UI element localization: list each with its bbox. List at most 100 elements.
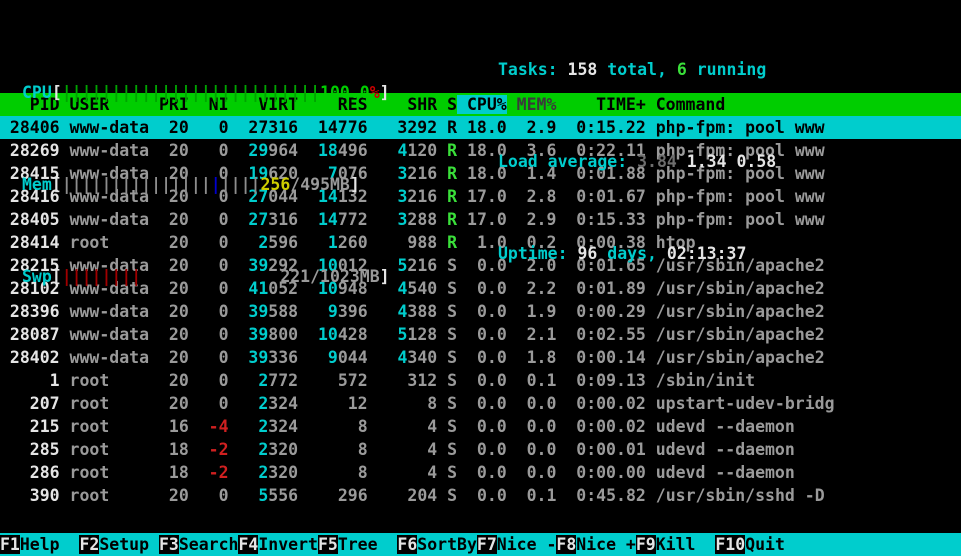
fkey-f3[interactable]: F3 bbox=[159, 535, 179, 554]
cell-virt: 2324 bbox=[229, 417, 299, 436]
cell-virt: 5556 bbox=[229, 486, 299, 505]
swap-usage-text: 221/1023MB bbox=[280, 267, 379, 286]
fkey-f6[interactable]: F6 bbox=[397, 535, 417, 554]
cell-priority: 20 bbox=[159, 394, 189, 413]
process-row[interactable]: 390 root 20 0 5556 296 204 S 0.0 0.1 0:4… bbox=[0, 484, 961, 507]
fkey-f8[interactable]: F8 bbox=[556, 535, 576, 554]
fkey-f5-label[interactable]: Tree bbox=[338, 535, 398, 554]
cell-cpu-percent: 0.0 bbox=[457, 486, 507, 505]
process-row[interactable]: 285 root 18 -2 2320 8 4 S 0.0 0.0 0:00.0… bbox=[0, 438, 961, 461]
cell-pid: 285 bbox=[0, 440, 60, 459]
cell-cpu-percent: 0.0 bbox=[457, 394, 507, 413]
cell-magnitude: 2 bbox=[258, 417, 268, 436]
cell-cpu-percent: 0.0 bbox=[457, 440, 507, 459]
cell-state: S bbox=[437, 371, 457, 390]
cell-res: 296 bbox=[298, 486, 368, 505]
cpu-bar-fill: |||||||||||||||||||||||||| bbox=[62, 83, 320, 102]
fkey-f6-label[interactable]: SortBy bbox=[417, 535, 477, 554]
cell-magnitude: 3 bbox=[397, 164, 407, 183]
cell-time: 0:09.13 bbox=[556, 371, 645, 390]
cell-shr: 4 bbox=[368, 463, 438, 482]
cell-user: root bbox=[60, 394, 159, 413]
cell-nice: -2 bbox=[189, 440, 229, 459]
cell-command: upstart-udev-bridg bbox=[646, 394, 835, 413]
fkey-f5[interactable]: F5 bbox=[318, 535, 338, 554]
cell-shr: 8 bbox=[368, 394, 438, 413]
cell-magnitude: 5 bbox=[258, 486, 268, 505]
cell-time: 0:45.82 bbox=[556, 486, 645, 505]
cell-state: R bbox=[437, 118, 457, 137]
cell-state: R bbox=[437, 164, 457, 183]
fkey-f8-label[interactable]: Nice + bbox=[576, 535, 636, 554]
cell-command: /usr/sbin/apache2 bbox=[646, 325, 825, 344]
cell-priority: 20 bbox=[159, 486, 189, 505]
fkey-f9[interactable]: F9 bbox=[636, 535, 656, 554]
fkey-f4-label[interactable]: Invert bbox=[258, 535, 318, 554]
cell-mem-percent: 0.1 bbox=[507, 486, 557, 505]
cell-state: S bbox=[437, 417, 457, 436]
cpu-meter[interactable]: CPU[||||||||||||||||||||||||||100.0%] bbox=[22, 81, 390, 104]
cell-user: root bbox=[60, 486, 159, 505]
process-row[interactable]: 215 root 16 -4 2324 8 4 S 0.0 0.0 0:00.0… bbox=[0, 415, 961, 438]
swap-bracket-close: ] bbox=[380, 267, 390, 286]
fkey-f10-label[interactable]: Quit bbox=[745, 535, 805, 554]
fkey-f4[interactable]: F4 bbox=[238, 535, 258, 554]
cell-mem-percent: 1.8 bbox=[507, 348, 557, 367]
fkey-f9-label[interactable]: Kill bbox=[656, 535, 716, 554]
fkey-f1-label[interactable]: Help bbox=[20, 535, 80, 554]
fkey-f7[interactable]: F7 bbox=[477, 535, 497, 554]
cell-cpu-percent: 0.0 bbox=[457, 417, 507, 436]
fkey-f2[interactable]: F2 bbox=[79, 535, 99, 554]
cell-cpu-percent: 0.0 bbox=[457, 325, 507, 344]
cpu-bracket-close: ] bbox=[380, 83, 390, 102]
cell-remainder: 288 bbox=[407, 210, 437, 229]
fkey-f1[interactable]: F1 bbox=[0, 535, 20, 554]
cell-magnitude: 5 bbox=[397, 256, 407, 275]
cell-command: /usr/sbin/apache2 bbox=[646, 348, 825, 367]
memory-meter[interactable]: Mem[||||||||||||||||||||256/495MB] bbox=[22, 173, 390, 196]
cell-remainder: 216 bbox=[407, 256, 437, 275]
cell-value: 8 bbox=[358, 440, 368, 459]
memory-bracket-open: [ bbox=[52, 175, 62, 194]
cell-time: 0:02.55 bbox=[556, 325, 645, 344]
cell-magnitude: 4 bbox=[397, 279, 407, 298]
cell-remainder: 540 bbox=[407, 279, 437, 298]
cell-shr: 204 bbox=[368, 486, 438, 505]
cell-value: 204 bbox=[407, 486, 437, 505]
memory-meter-label: Mem bbox=[22, 175, 52, 194]
memory-total-value: /495MB bbox=[290, 175, 350, 194]
cell-virt: 2320 bbox=[229, 440, 299, 459]
process-row[interactable]: 286 root 18 -2 2320 8 4 S 0.0 0.0 0:00.0… bbox=[0, 461, 961, 484]
process-row[interactable]: 207 root 20 0 2324 12 8 S 0.0 0.0 0:00.0… bbox=[0, 392, 961, 415]
cell-pid: 1 bbox=[0, 371, 60, 390]
cell-shr: 4 bbox=[368, 440, 438, 459]
function-key-bar[interactable]: F1Help F2Setup F3SearchF4InvertF5Tree F6… bbox=[0, 533, 961, 556]
cell-nice: 0 bbox=[189, 371, 229, 390]
cell-value: 8 bbox=[358, 417, 368, 436]
cell-value: 8 bbox=[427, 394, 437, 413]
cell-mem-percent: 0.0 bbox=[507, 463, 557, 482]
cell-remainder: 324 bbox=[268, 417, 298, 436]
cell-state: S bbox=[437, 348, 457, 367]
cell-state: S bbox=[437, 302, 457, 321]
fkey-f2-label[interactable]: Setup bbox=[99, 535, 159, 554]
cell-magnitude: 4 bbox=[397, 348, 407, 367]
cell-cpu-percent: 0.0 bbox=[457, 348, 507, 367]
cell-nice: 0 bbox=[189, 486, 229, 505]
swap-bar-fill: |||||||| bbox=[62, 267, 141, 286]
tasks-running-value: 6 bbox=[677, 60, 687, 79]
cell-user: root bbox=[60, 417, 159, 436]
col-header-state[interactable]: S bbox=[437, 95, 457, 114]
cell-user: root bbox=[60, 463, 159, 482]
fkey-f7-label[interactable]: Nice - bbox=[497, 535, 557, 554]
cell-state: R bbox=[437, 210, 457, 229]
cell-user: root bbox=[60, 440, 159, 459]
cell-remainder: 320 bbox=[268, 440, 298, 459]
fkey-f3-label[interactable]: Search bbox=[179, 535, 239, 554]
process-row[interactable]: 1 root 20 0 2772 572 312 S 0.0 0.1 0:09.… bbox=[0, 369, 961, 392]
swap-meter[interactable]: Swp[|||||||| 221/1023MB] bbox=[22, 265, 390, 288]
fkey-f10[interactable]: F10 bbox=[715, 535, 745, 554]
memory-bar-buffers: | bbox=[211, 175, 221, 194]
cell-user: root bbox=[60, 371, 159, 390]
cell-res: 8 bbox=[298, 417, 368, 436]
